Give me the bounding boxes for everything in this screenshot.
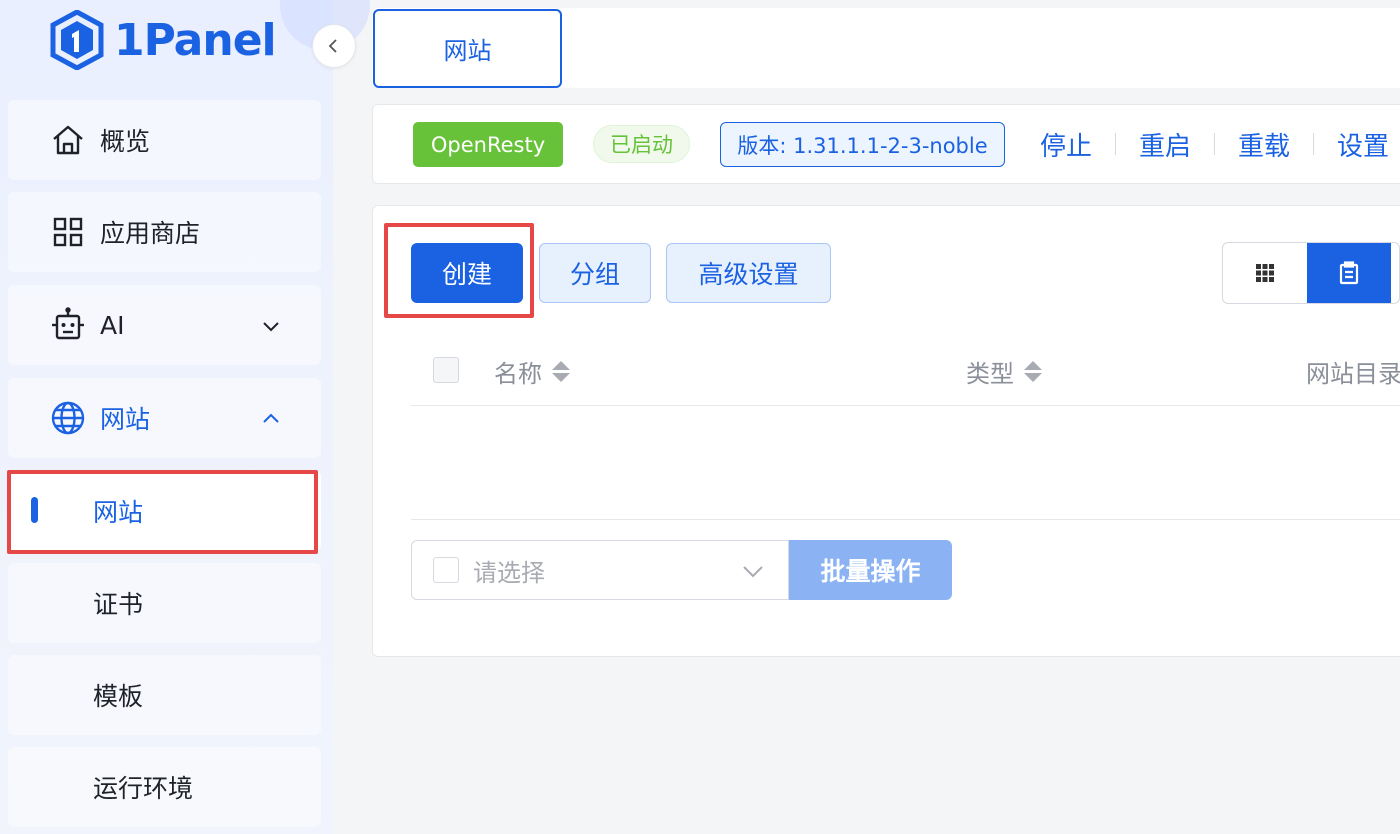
advanced-settings-label: 高级设置	[698, 260, 799, 289]
sidebar-subitem-label: 模板	[93, 682, 144, 711]
create-button[interactable]: 创建	[411, 243, 523, 303]
globe-icon	[50, 400, 86, 436]
active-indicator	[31, 497, 38, 523]
chevron-up-icon	[261, 406, 281, 435]
batch-action-label: 批量操作	[820, 557, 921, 586]
divider	[1214, 133, 1216, 155]
stop-button[interactable]: 停止	[1040, 126, 1092, 163]
create-button-label: 创建	[441, 260, 492, 289]
group-button[interactable]: 分组	[539, 243, 651, 303]
sidebar-item-website[interactable]: 网站	[8, 378, 321, 458]
sidebar-subitem-label: 证书	[93, 590, 144, 619]
sidebar-item-ai[interactable]: AI	[8, 285, 321, 365]
restart-button[interactable]: 重启	[1139, 126, 1191, 163]
sort-icon	[552, 361, 570, 382]
clipboard-list-icon	[1339, 261, 1359, 285]
select-all-checkbox[interactable]	[433, 357, 459, 383]
logo-text: 1Panel	[114, 14, 277, 66]
home-icon	[50, 122, 86, 158]
grid-view-button[interactable]	[1223, 243, 1307, 303]
list-view-button[interactable]	[1307, 243, 1391, 303]
chevron-left-icon	[328, 39, 337, 53]
app-name: OpenResty	[430, 132, 546, 157]
version-text: 版本: 1.31.1.1-2-3-noble	[737, 133, 988, 158]
batch-checkbox[interactable]	[433, 557, 459, 583]
chevron-down-icon	[742, 561, 764, 585]
group-button-label: 分组	[569, 260, 620, 289]
robot-icon	[50, 307, 86, 343]
app-name-tag: OpenResty	[413, 122, 563, 167]
logo: 1Panel	[50, 10, 277, 70]
sidebar-item-label: AI	[100, 310, 125, 340]
sidebar-item-label: 网站	[100, 405, 151, 434]
sidebar-subitem-templates[interactable]: 模板	[8, 655, 321, 735]
table-header: 名称 类型 网站目录	[411, 338, 1400, 406]
batch-select-placeholder: 请选择	[473, 558, 545, 587]
view-toggle	[1222, 242, 1400, 304]
sidebar-item-overview[interactable]: 概览	[8, 100, 321, 180]
divider	[1313, 133, 1315, 155]
sidebar-item-label: 应用商店	[100, 219, 201, 248]
sidebar-subitem-runtime[interactable]: 运行环境	[8, 747, 321, 827]
batch-select[interactable]: 请选择	[411, 540, 789, 600]
column-label: 类型	[966, 360, 1014, 388]
column-label: 网站目录	[1306, 360, 1400, 388]
table-bottom-divider	[411, 519, 1400, 520]
apps-grid-icon	[50, 214, 86, 250]
collapse-sidebar-button[interactable]	[312, 24, 356, 68]
status-text: 已启动	[610, 133, 673, 157]
app-actions: 停止 重启 重载 设置	[1040, 124, 1389, 164]
sidebar-item-label: 概览	[100, 127, 151, 156]
column-header-site-dir[interactable]: 网站目录	[1306, 354, 1400, 389]
grid-icon	[1256, 264, 1274, 282]
settings-button[interactable]: 设置	[1337, 126, 1389, 163]
logo-icon	[50, 10, 104, 70]
column-header-name[interactable]: 名称	[494, 354, 570, 389]
advanced-settings-button[interactable]: 高级设置	[666, 243, 831, 303]
version-tag[interactable]: 版本: 1.31.1.1-2-3-noble	[720, 122, 1005, 167]
sidebar: 1Panel 概览 应用商店 AI 网站 网站 证书 模板 运行环境	[0, 0, 370, 834]
sidebar-subitem-label: 运行环境	[93, 774, 194, 803]
sidebar-subitem-websites[interactable]: 网站	[8, 471, 321, 551]
reload-button[interactable]: 重载	[1238, 126, 1290, 163]
sidebar-subitem-certificates[interactable]: 证书	[8, 563, 321, 643]
tab-websites[interactable]: 网站	[373, 9, 562, 88]
column-label: 名称	[494, 360, 542, 388]
sort-icon	[1024, 361, 1042, 382]
status-badge: 已启动	[593, 125, 690, 163]
divider	[1115, 133, 1117, 155]
sidebar-item-app-store[interactable]: 应用商店	[8, 192, 321, 272]
chevron-down-icon	[261, 313, 281, 342]
batch-action-button[interactable]: 批量操作	[789, 540, 952, 600]
sidebar-subitem-label: 网站	[93, 498, 144, 527]
column-header-type[interactable]: 类型	[966, 354, 1042, 389]
tab-label: 网站	[443, 37, 492, 65]
